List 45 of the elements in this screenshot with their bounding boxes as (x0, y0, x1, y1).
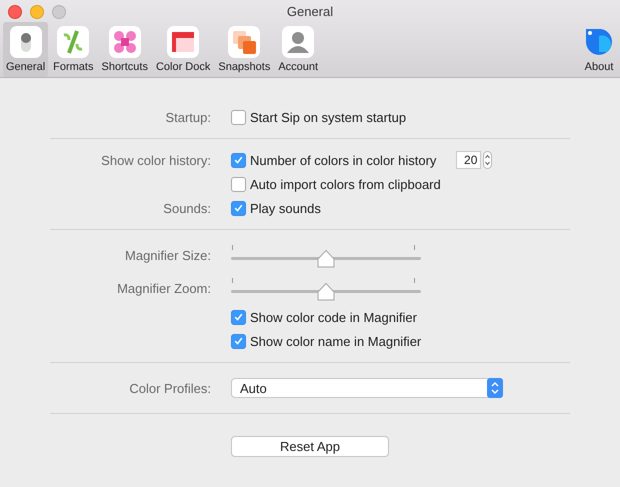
checkbox-label: Show color name in Magnifier (250, 334, 422, 348)
user-icon (282, 26, 314, 58)
setting-label: Sounds: (163, 200, 211, 216)
toolbar-tab[interactable]: Account (275, 22, 322, 77)
toolbar-tab[interactable]: Color Dock (152, 22, 214, 77)
checkbox[interactable] (231, 152, 246, 168)
reset-button[interactable]: Reset App (231, 436, 389, 456)
checkbox-label: Number of colors in color history (250, 152, 436, 168)
toolbar-tab[interactable]: Shortcuts (98, 22, 151, 77)
window-title: General (286, 4, 334, 18)
toolbar-tab[interactable]: Formats (50, 22, 96, 77)
stepper-icon[interactable] (483, 151, 492, 169)
checkbox[interactable] (231, 334, 246, 348)
toolbar-tab[interactable]: About (580, 22, 618, 77)
checkbox-label: Start Sip on system startup (250, 110, 406, 124)
dock-icon (167, 26, 200, 58)
slider-thumb[interactable] (316, 248, 336, 268)
minimize-button[interactable] (30, 5, 44, 19)
percent-icon (57, 26, 90, 58)
checkbox[interactable] (231, 310, 246, 324)
checkbox[interactable] (231, 176, 246, 192)
setting-label: Magnifier Size: (125, 248, 211, 263)
drop-icon (583, 26, 615, 58)
checkbox-label: Play sounds (250, 200, 321, 216)
number-field[interactable]: 20 (456, 151, 482, 169)
setting-label: Startup: (165, 110, 211, 124)
slider[interactable] (231, 276, 421, 300)
checkbox-label: Show color code in Magnifier (250, 310, 417, 324)
checkbox[interactable] (231, 200, 246, 216)
checkbox[interactable] (231, 110, 246, 124)
profile-dropdown[interactable]: Auto (231, 378, 503, 398)
toggle-icon (10, 26, 42, 58)
setting-label: Show color history: (101, 152, 211, 168)
toolbar-tab[interactable]: General (3, 22, 48, 77)
close-button[interactable] (8, 5, 22, 19)
layers-icon (228, 26, 260, 58)
zoom-button[interactable] (52, 5, 66, 19)
checkbox-label: Auto import colors from clipboard (250, 176, 441, 192)
command-icon (108, 26, 141, 58)
setting-label: Color Profiles: (129, 380, 211, 396)
slider-thumb[interactable] (316, 282, 336, 302)
toolbar-tab[interactable]: Snapshots (215, 22, 274, 77)
slider[interactable] (231, 244, 421, 268)
chevron-icon (487, 378, 503, 398)
setting-label: Magnifier Zoom: (117, 281, 211, 296)
